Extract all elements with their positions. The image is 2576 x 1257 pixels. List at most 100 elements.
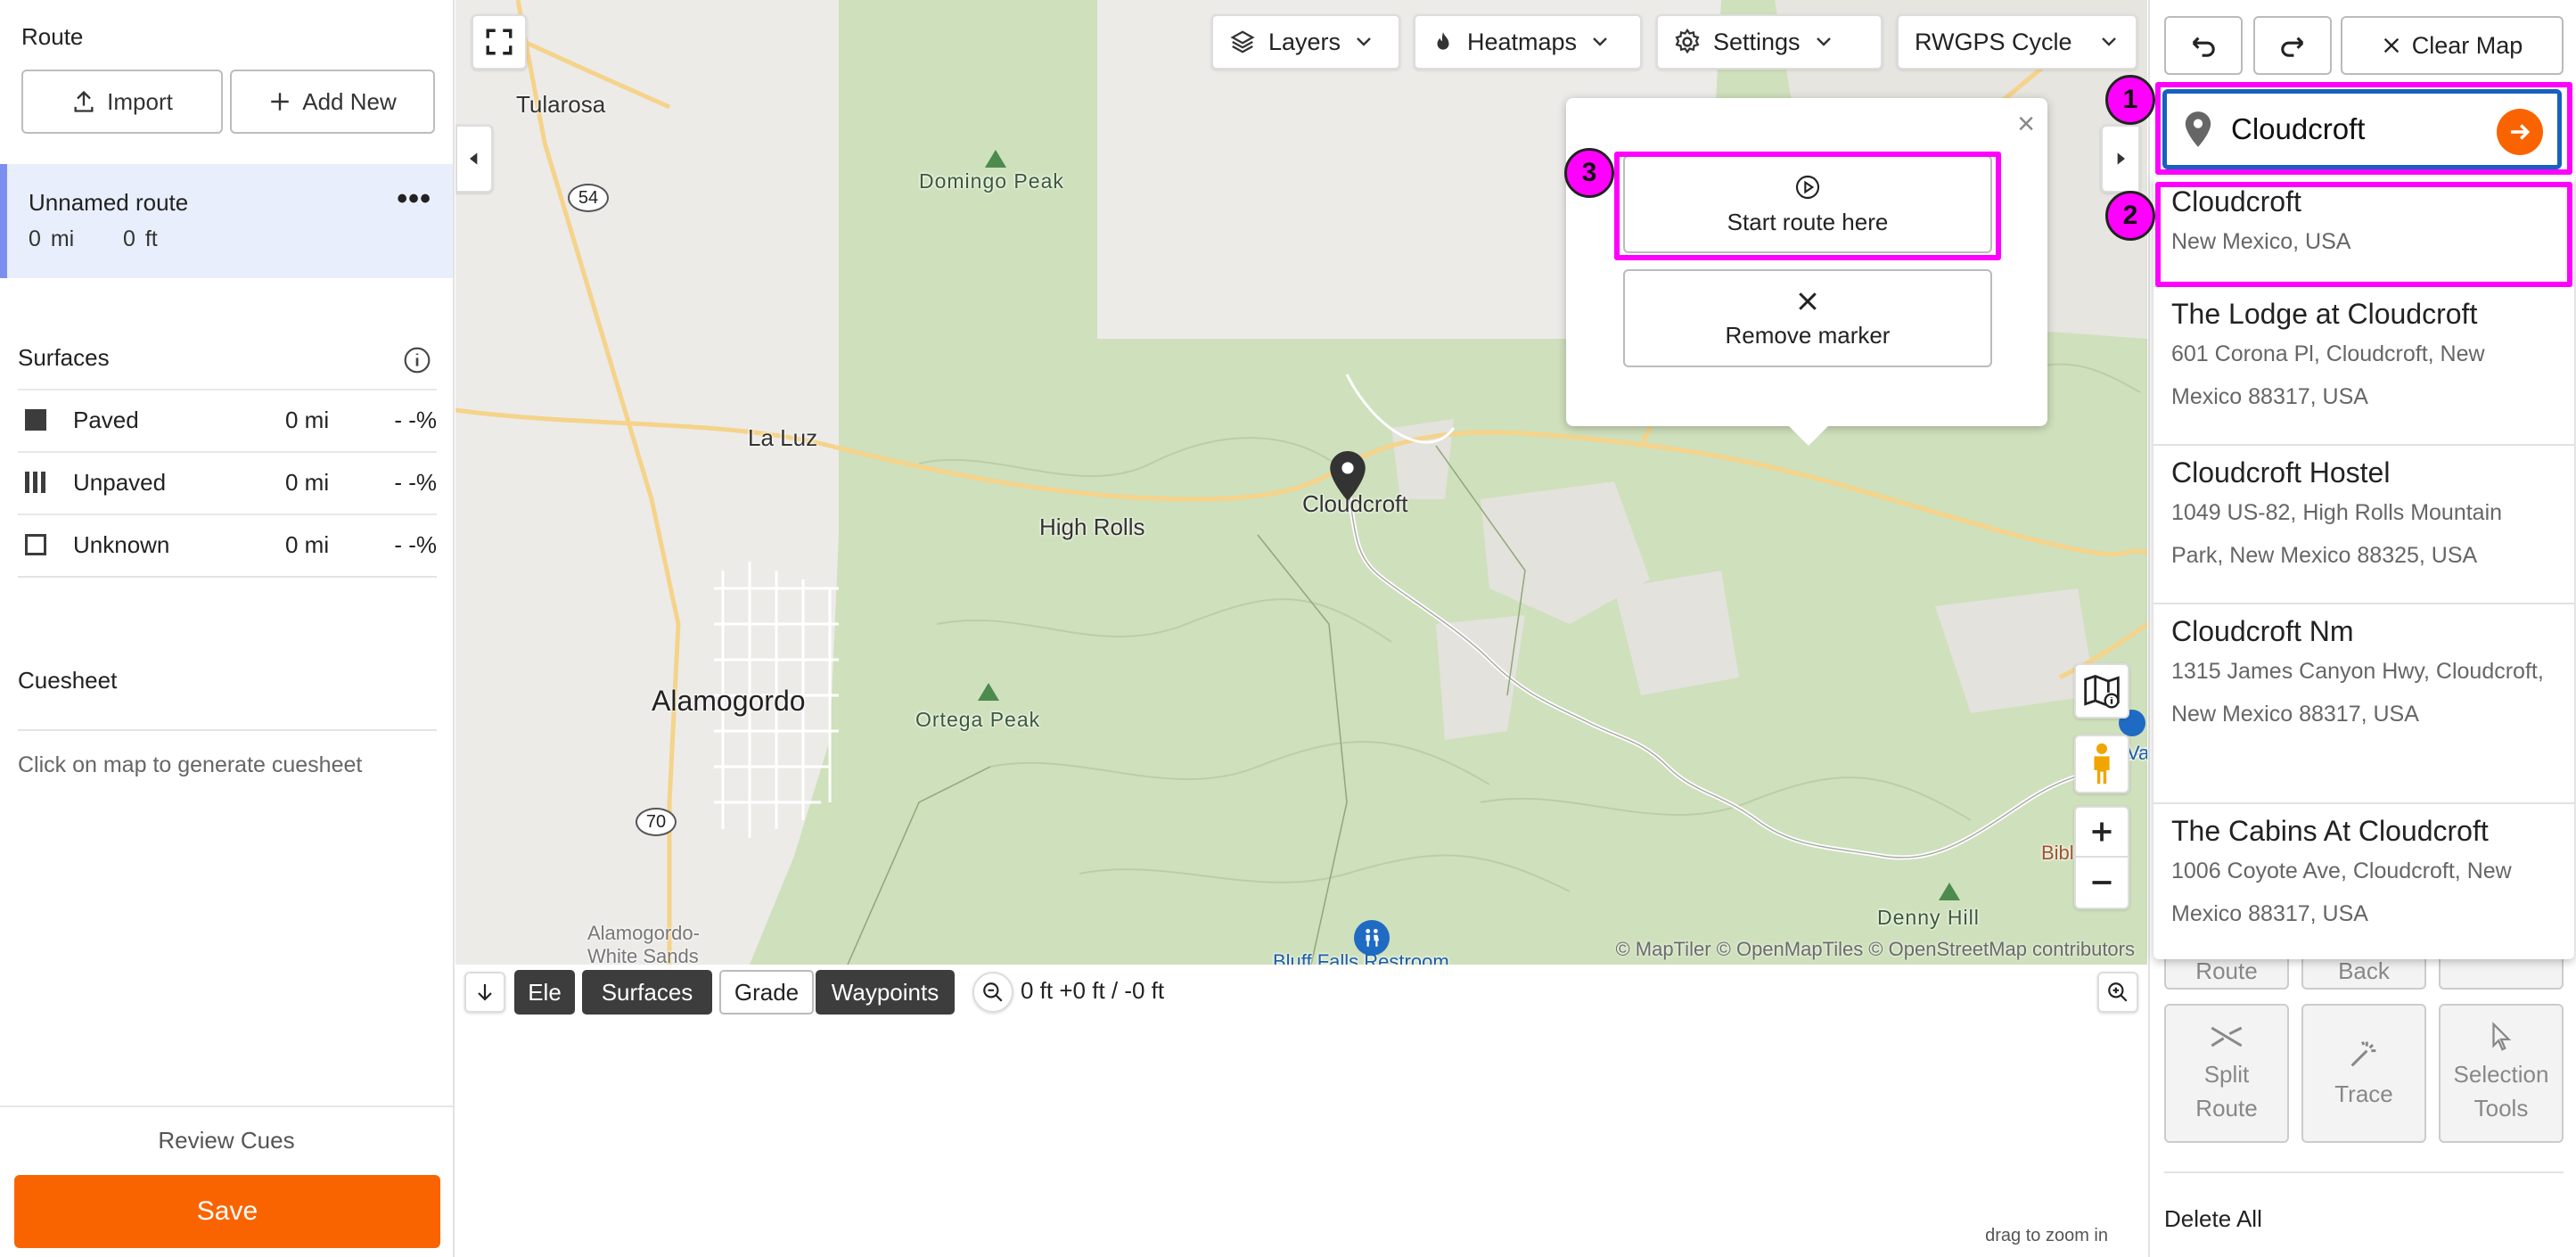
chart-zoom-in-button[interactable] bbox=[2097, 972, 2138, 1013]
place-alamogordo: Alamogordo bbox=[652, 685, 806, 717]
result-name: The Lodge at Cloudcroft bbox=[2171, 298, 2478, 330]
start-route-here-button[interactable]: Start route here bbox=[1623, 155, 1992, 253]
basemap-dropdown[interactable]: RWGPS Cycle bbox=[1897, 14, 2137, 70]
surfaces-divider bbox=[18, 576, 437, 578]
cuesheet-divider bbox=[18, 729, 437, 731]
search-input[interactable] bbox=[2231, 106, 2490, 152]
search-box[interactable] bbox=[2162, 89, 2562, 169]
collapse-right-panel-button[interactable] bbox=[2101, 125, 2140, 193]
chevron-down-icon bbox=[2102, 37, 2116, 46]
map-canvas[interactable]: Tularosa La Luz High Rolls Cloudcroft Al… bbox=[455, 0, 2147, 965]
chart-zoom-out-button[interactable] bbox=[972, 972, 1013, 1013]
info-icon[interactable] bbox=[403, 346, 431, 374]
gear-icon bbox=[1675, 29, 1700, 54]
left-panel: Route Import Add New Unnamed route 0 mi … bbox=[0, 0, 455, 1257]
fullscreen-button[interactable] bbox=[472, 14, 527, 70]
magic-wand-icon bbox=[2350, 1040, 2376, 1067]
close-icon bbox=[1799, 292, 1817, 310]
clear-map-button[interactable]: Clear Map bbox=[2341, 16, 2564, 75]
search-result-item[interactable]: The Cabins At Cloudcroft 1006 Coyote Ave… bbox=[2154, 806, 2574, 959]
route-stats: 0 mi 0 ft bbox=[29, 226, 158, 252]
elevation-chart-panel: Ele Surfaces Grade Waypoints 0 ft +0 ft … bbox=[455, 965, 2147, 1257]
chevron-down-icon bbox=[1357, 37, 1371, 46]
close-icon bbox=[2383, 37, 2399, 53]
place-hv-2: Va bbox=[2127, 742, 2147, 764]
chevron-down-icon bbox=[1816, 37, 1831, 46]
restroom-icon[interactable] bbox=[1354, 920, 1390, 956]
fullscreen-icon bbox=[486, 29, 513, 55]
surface-distance: 0 mi bbox=[285, 468, 330, 496]
heatmaps-dropdown[interactable]: Heatmaps bbox=[1414, 14, 1642, 70]
minus-icon bbox=[2092, 881, 2112, 884]
annotation-badge-1: 1 bbox=[2105, 75, 2155, 125]
route-elevation: 0 ft bbox=[122, 226, 158, 251]
add-new-button[interactable]: Add New bbox=[230, 70, 435, 134]
place-ortega-peak: Ortega Peak bbox=[915, 708, 1041, 731]
remove-marker-button[interactable]: Remove marker bbox=[1623, 269, 1992, 367]
collapse-left-panel-button[interactable] bbox=[455, 125, 493, 193]
surface-row-unpaved: Unpaved 0 mi - -% bbox=[18, 451, 437, 512]
map-marker-icon[interactable] bbox=[1330, 451, 1366, 501]
street-view-button[interactable] bbox=[2074, 735, 2129, 793]
map-info-button[interactable] bbox=[2074, 663, 2129, 719]
result-address: 601 Corona Pl, Cloudcroft, New Mexico 88… bbox=[2171, 341, 2485, 409]
surfaces-title: Surfaces bbox=[18, 344, 110, 371]
selection-tools-label-1: Selection bbox=[2453, 1061, 2549, 1088]
undo-icon bbox=[2192, 37, 2215, 57]
heatmaps-label: Heatmaps bbox=[1467, 28, 1578, 55]
result-address: New Mexico, USA bbox=[2171, 229, 2351, 254]
marker-popup: × Start route here Remove marker bbox=[1566, 98, 2047, 446]
undo-button[interactable] bbox=[2164, 16, 2243, 75]
search-result-item[interactable]: Cloudcroft New Mexico, USA bbox=[2154, 177, 2574, 287]
settings-label: Settings bbox=[1713, 28, 1801, 55]
place-domingo-peak: Domingo Peak bbox=[919, 169, 1064, 193]
save-button[interactable]: Save bbox=[14, 1175, 440, 1248]
delete-all-label[interactable]: Delete All bbox=[2164, 1205, 2262, 1233]
split-route-button[interactable]: Split Route bbox=[2164, 1004, 2289, 1143]
annotation-badge-3: 3 bbox=[1564, 148, 1614, 198]
annotation-badge-2: 2 bbox=[2105, 191, 2155, 241]
trace-button[interactable]: Trace bbox=[2301, 1004, 2426, 1143]
close-icon[interactable]: × bbox=[2017, 107, 2035, 142]
split-route-label-1: Split bbox=[2203, 1061, 2250, 1088]
trace-label: Trace bbox=[2334, 1080, 2393, 1107]
map-attribution: © MapTiler © OpenMapTiles © OpenStreetMa… bbox=[1615, 938, 2135, 960]
zoom-out-icon bbox=[983, 982, 1003, 1002]
selection-tools-button[interactable]: Selection Tools bbox=[2439, 1004, 2564, 1143]
search-result-item[interactable]: Cloudcroft Nm 1315 James Canyon Hwy, Clo… bbox=[2154, 606, 2574, 804]
place-high-rolls: High Rolls bbox=[1039, 513, 1145, 540]
collapse-chart-button[interactable] bbox=[464, 972, 505, 1013]
remove-marker-label: Remove marker bbox=[1725, 321, 1891, 349]
place-bibl: Bibl bbox=[2041, 842, 2074, 864]
route-distance: 0 mi bbox=[29, 226, 75, 251]
search-result-item[interactable]: The Lodge at Cloudcroft 601 Corona Pl, C… bbox=[2154, 289, 2574, 446]
layers-dropdown[interactable]: Layers bbox=[1211, 14, 1400, 70]
tab-surfaces[interactable]: Surfaces bbox=[582, 970, 712, 1015]
elevation-readout: 0 ft +0 ft / -0 ft bbox=[1021, 977, 1165, 1004]
chevron-down-icon bbox=[1593, 37, 1607, 46]
tab-waypoints[interactable]: Waypoints bbox=[816, 970, 955, 1015]
add-new-label: Add New bbox=[302, 87, 397, 115]
paved-swatch bbox=[25, 409, 46, 431]
surface-label: Paved bbox=[73, 406, 139, 433]
settings-dropdown[interactable]: Settings bbox=[1656, 14, 1883, 70]
review-cues-link[interactable]: Review Cues bbox=[0, 1127, 453, 1154]
split-route-label-2: Route bbox=[2195, 1095, 2258, 1121]
zoom-out-button[interactable] bbox=[2076, 858, 2128, 908]
route-card[interactable]: Unnamed route 0 mi 0 ft ••• bbox=[0, 164, 453, 278]
import-button[interactable]: Import bbox=[21, 70, 223, 134]
tab-grade[interactable]: Grade bbox=[719, 970, 814, 1015]
tab-ele[interactable]: Ele bbox=[514, 970, 575, 1015]
redo-button[interactable] bbox=[2253, 16, 2332, 75]
unpaved-swatch bbox=[25, 472, 46, 493]
upload-icon bbox=[74, 90, 94, 112]
zoom-in-button[interactable] bbox=[2076, 808, 2128, 858]
zoom-in-icon bbox=[2108, 982, 2128, 1002]
tools-divider bbox=[2164, 1171, 2564, 1173]
search-result-item[interactable]: Cloudcroft Hostel 1049 US-82, High Rolls… bbox=[2154, 448, 2574, 604]
more-options-icon[interactable]: ••• bbox=[397, 182, 431, 217]
result-address: 1315 James Canyon Hwy, Cloudcroft, New M… bbox=[2171, 659, 2544, 727]
drag-to-zoom-hint: drag to zoom in bbox=[1985, 1226, 2108, 1245]
play-circle-icon bbox=[1795, 175, 1820, 199]
search-go-button[interactable] bbox=[2497, 109, 2543, 155]
